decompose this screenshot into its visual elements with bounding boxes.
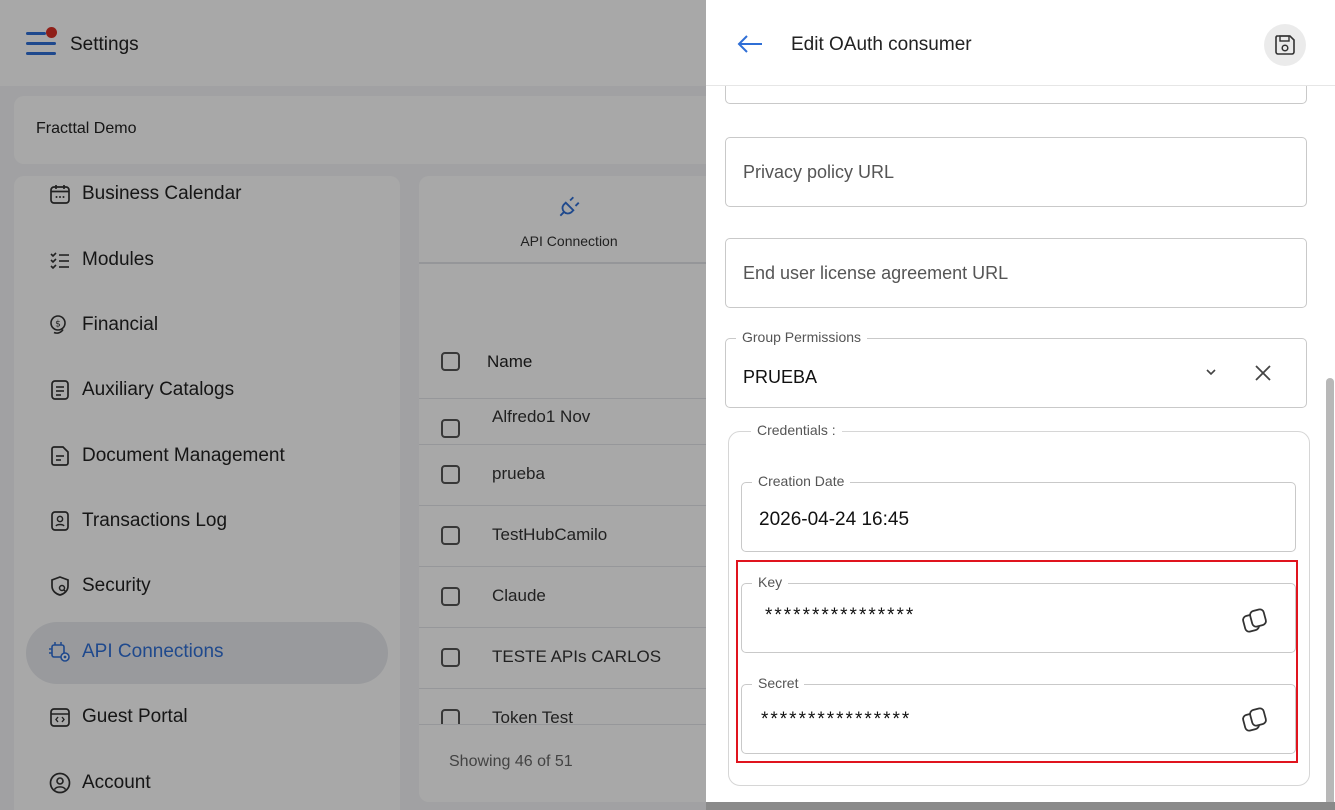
- credentials-highlight-box: [736, 560, 1298, 763]
- chevron-down-icon[interactable]: [1203, 364, 1219, 380]
- panel-form: Privacy policy URL End user license agre…: [706, 86, 1335, 810]
- panel-header: Edit OAuth consumer: [706, 0, 1335, 86]
- eula-url-placeholder: End user license agreement URL: [743, 263, 1009, 283]
- modal-backdrop[interactable]: [0, 0, 706, 810]
- privacy-policy-url-field[interactable]: Privacy policy URL: [725, 137, 1307, 207]
- privacy-policy-url-placeholder: Privacy policy URL: [743, 162, 895, 182]
- save-button[interactable]: [1264, 24, 1306, 66]
- back-arrow-icon[interactable]: [736, 32, 764, 56]
- panel-bottom-edge: [706, 802, 1335, 810]
- panel-title: Edit OAuth consumer: [791, 34, 972, 55]
- creation-date-value: 2026-04-24 16:45: [759, 509, 910, 530]
- group-permissions-select[interactable]: Group Permissions PRUEBA: [725, 329, 1307, 408]
- creation-date-field: Creation Date 2026-04-24 16:45: [741, 473, 1296, 552]
- group-permissions-label: Group Permissions: [736, 329, 868, 345]
- credentials-label: Credentials :: [751, 422, 842, 438]
- creation-date-label: Creation Date: [752, 473, 851, 489]
- save-icon: [1275, 35, 1295, 55]
- panel-scrollbar[interactable]: [1326, 378, 1334, 810]
- edit-oauth-panel: Edit OAuth consumer Privacy policy URL E…: [706, 0, 1335, 810]
- previous-url-field[interactable]: [725, 86, 1307, 104]
- eula-url-field[interactable]: End user license agreement URL: [725, 238, 1307, 308]
- clear-icon[interactable]: [1253, 363, 1273, 383]
- group-permissions-value: PRUEBA: [743, 367, 818, 387]
